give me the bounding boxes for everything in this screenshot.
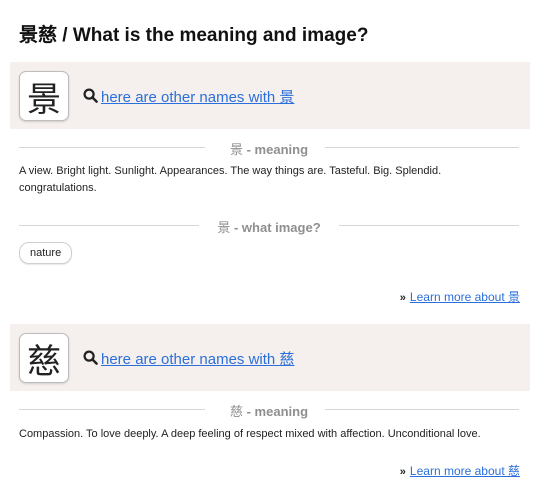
search-icon <box>83 350 98 365</box>
double-chevron-right-icon: » <box>399 466 406 478</box>
search-icon <box>83 88 98 103</box>
page-title: 景慈 / What is the meaning and image? <box>19 25 369 46</box>
learn-more[interactable]: » Learn more about 景 <box>400 288 520 305</box>
image-section-header: 景 - what image? <box>19 215 519 235</box>
learn-more-link[interactable]: Learn more about 景 <box>410 290 520 304</box>
kanji-character-box: 景 <box>19 71 69 121</box>
kanji-band-2: 慈 here are other names with 慈 <box>10 324 530 391</box>
meaning-text: A view. Bright light. Sunlight. Appearan… <box>19 165 442 194</box>
learn-more[interactable]: » Learn more about 慈 <box>400 462 520 479</box>
other-names-link[interactable]: here are other names with 景 <box>101 86 294 107</box>
learn-more-link[interactable]: Learn more about 慈 <box>410 464 520 478</box>
other-names-link[interactable]: here are other names with 慈 <box>101 348 294 369</box>
section-label: 景 - meaning <box>229 142 309 157</box>
meaning-section-header: 景 - meaning <box>19 137 519 157</box>
meaning-text: Compassion. To love deeply. A deep feeli… <box>19 428 481 440</box>
double-chevron-right-icon: » <box>399 292 406 304</box>
section-label: 景 - what image? <box>217 220 321 235</box>
kanji-band-1: 景 here are other names with 景 <box>10 62 530 129</box>
kanji-character-box: 慈 <box>19 333 69 383</box>
image-tag[interactable]: nature <box>19 242 73 264</box>
section-label: 慈 - meaning <box>229 404 309 419</box>
meaning-section-header: 慈 - meaning <box>19 399 519 419</box>
